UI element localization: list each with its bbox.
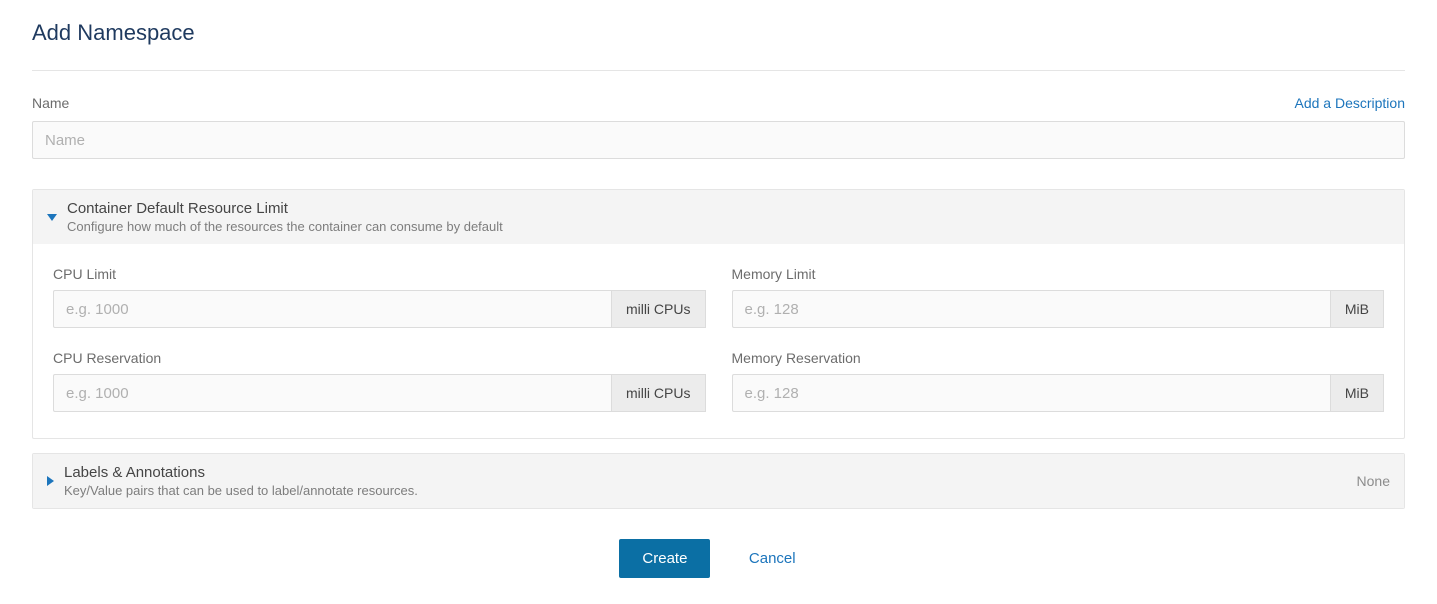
memory-limit-unit: MiB (1330, 290, 1384, 328)
page-title: Add Namespace (32, 20, 1405, 46)
resource-limit-section: Container Default Resource Limit Configu… (32, 189, 1405, 439)
memory-limit-label: Memory Limit (732, 266, 1385, 282)
cpu-reservation-unit: milli CPUs (611, 374, 706, 412)
cpu-reservation-field: CPU Reservation milli CPUs (53, 350, 706, 412)
cpu-reservation-input[interactable] (53, 374, 611, 412)
cpu-reservation-label: CPU Reservation (53, 350, 706, 366)
memory-reservation-unit: MiB (1330, 374, 1384, 412)
add-description-link[interactable]: Add a Description (1294, 95, 1405, 111)
labels-annotations-header[interactable]: Labels & Annotations Key/Value pairs tha… (33, 454, 1404, 508)
resource-limit-body: CPU Limit milli CPUs Memory Limit MiB CP… (33, 244, 1404, 438)
labels-annotations-title: Labels & Annotations (64, 464, 1357, 481)
memory-reservation-input[interactable] (732, 374, 1330, 412)
cpu-limit-unit: milli CPUs (611, 290, 706, 328)
memory-limit-input[interactable] (732, 290, 1330, 328)
divider (32, 70, 1405, 71)
chevron-down-icon (47, 214, 57, 221)
labels-annotations-section: Labels & Annotations Key/Value pairs tha… (32, 453, 1405, 509)
memory-reservation-label: Memory Reservation (732, 350, 1385, 366)
cpu-limit-label: CPU Limit (53, 266, 706, 282)
cancel-button[interactable]: Cancel (727, 540, 818, 577)
name-label: Name (32, 95, 69, 111)
create-button[interactable]: Create (619, 539, 710, 578)
footer-actions: Create Cancel (32, 539, 1405, 578)
cpu-limit-input[interactable] (53, 290, 611, 328)
memory-limit-field: Memory Limit MiB (732, 266, 1385, 328)
name-input[interactable] (32, 121, 1405, 159)
cpu-limit-field: CPU Limit milli CPUs (53, 266, 706, 328)
chevron-right-icon (47, 476, 54, 486)
labels-annotations-desc: Key/Value pairs that can be used to labe… (64, 483, 1357, 498)
memory-reservation-field: Memory Reservation MiB (732, 350, 1385, 412)
resource-limit-desc: Configure how much of the resources the … (67, 219, 1390, 234)
labels-annotations-badge: None (1357, 473, 1390, 489)
name-field-block: Name Add a Description (32, 95, 1405, 159)
resource-limit-title: Container Default Resource Limit (67, 200, 1390, 217)
resource-limit-header[interactable]: Container Default Resource Limit Configu… (33, 190, 1404, 244)
